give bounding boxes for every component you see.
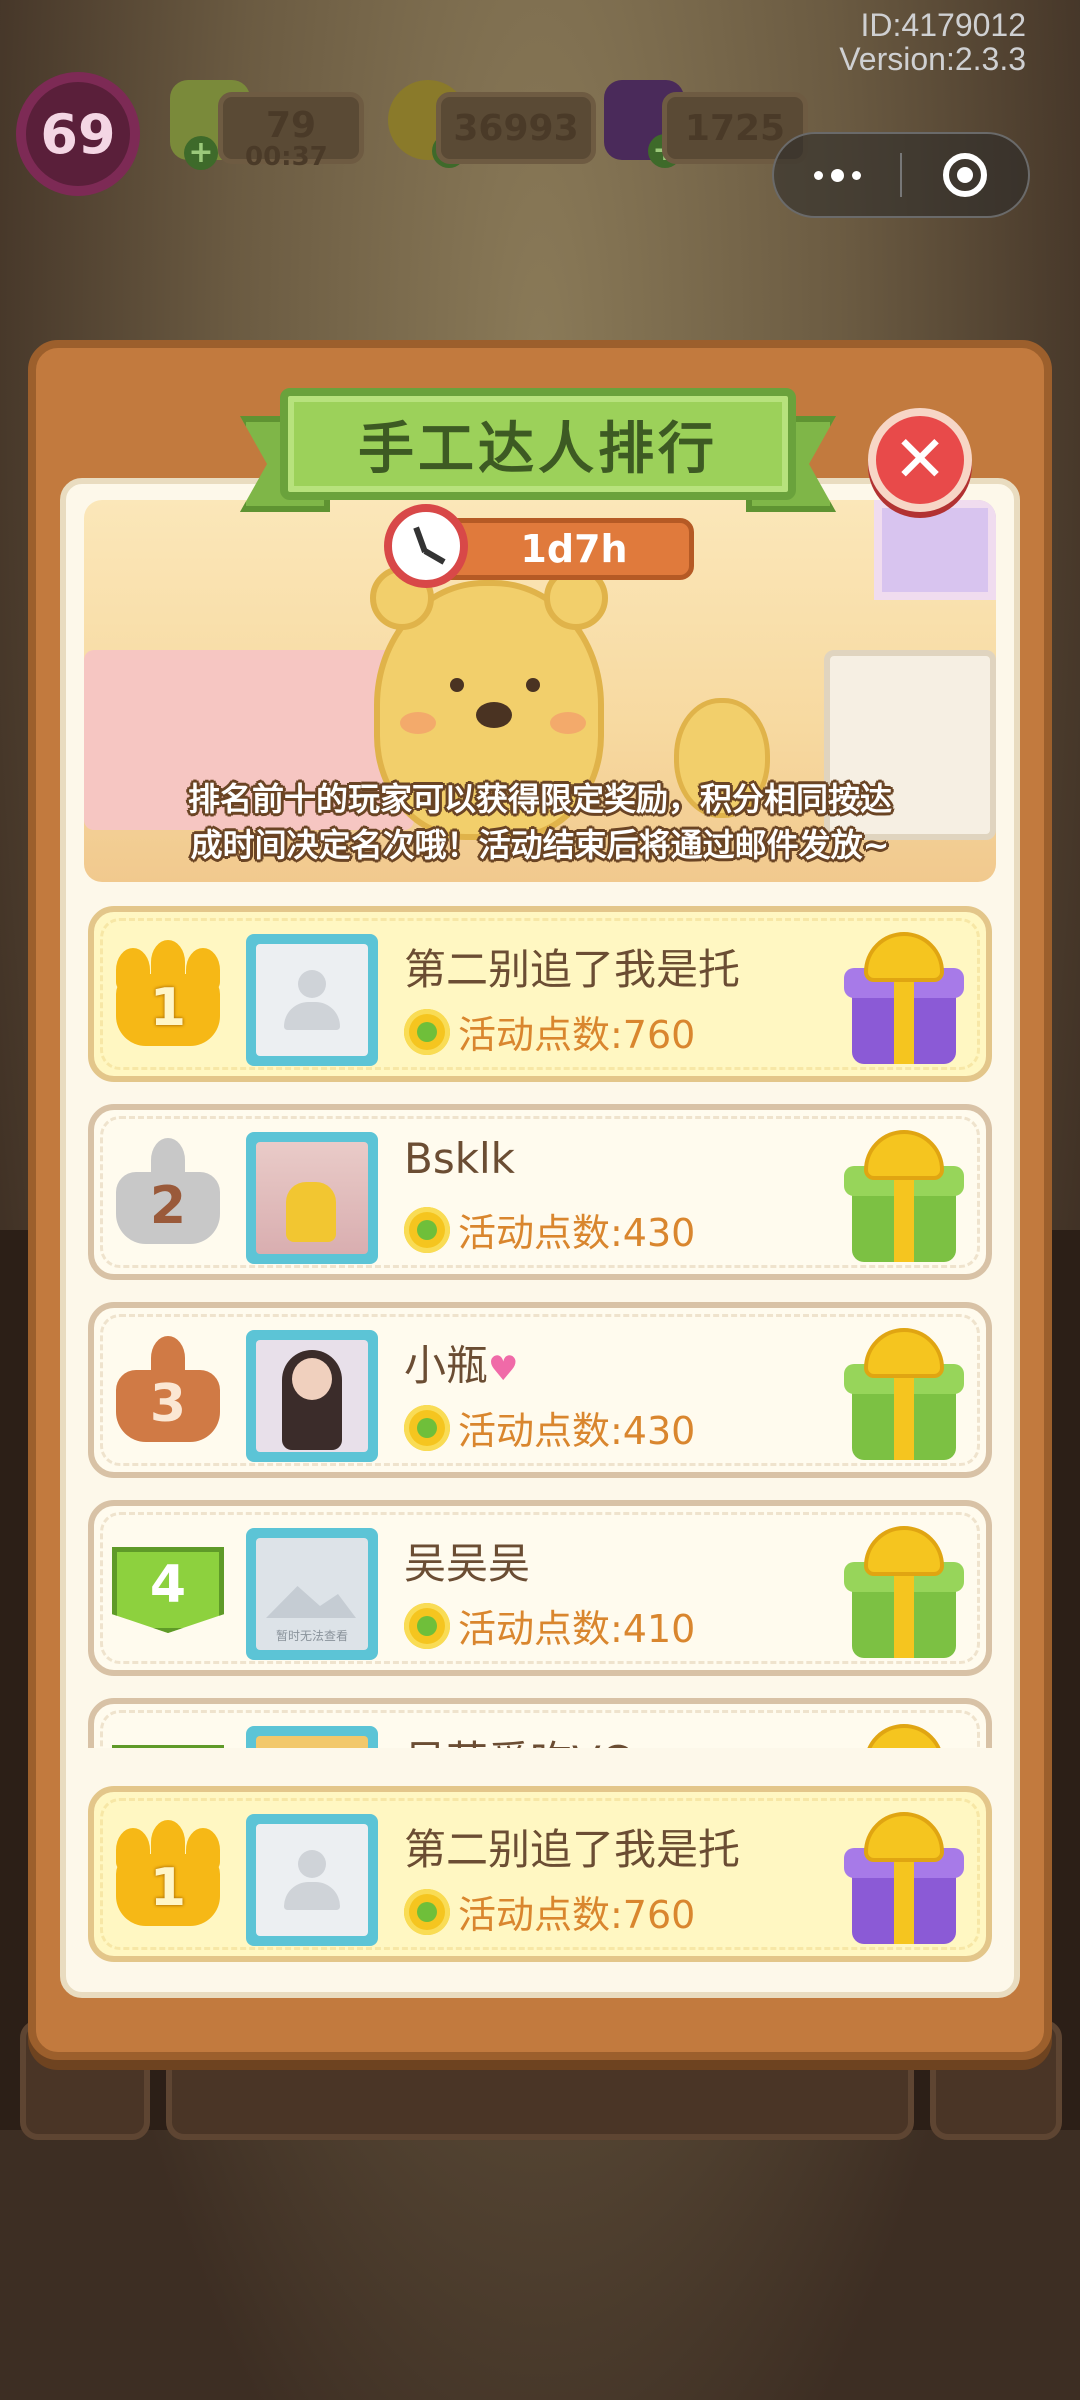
miniprogram-capsule xyxy=(772,132,1030,218)
avatar[interactable] xyxy=(246,1814,378,1946)
flower-icon xyxy=(404,1602,450,1649)
my-rank-row[interactable]: 1 第二别追了我是托 活动点数:760 xyxy=(88,1786,992,1962)
activity-points: 活动点数:760 xyxy=(404,1004,695,1059)
flower-icon xyxy=(404,1206,450,1253)
heart-icon: ♥ xyxy=(488,1349,519,1389)
ranking-row-4[interactable]: 4 暂时无法查看 吴吴吴 活动点数:410 xyxy=(88,1500,992,1676)
activity-points: 活动点数:410 xyxy=(404,1598,695,1653)
player-name: 第二别追了我是托 xyxy=(404,945,741,994)
close-button[interactable]: ✕ xyxy=(868,408,972,512)
avatar[interactable] xyxy=(246,1330,378,1462)
avatar[interactable] xyxy=(246,934,378,1066)
activity-points: 活动点数:760 xyxy=(404,1884,695,1939)
points-value: 活动点数:760 xyxy=(458,1893,696,1937)
gold-crown-icon: 1 xyxy=(112,938,224,1054)
avatar[interactable] xyxy=(246,1132,378,1264)
event-timer: 1d7h xyxy=(384,504,694,588)
event-description-line-1: 排名前十的玩家可以获得限定奖励，积分相同按达 xyxy=(187,780,892,818)
points-value: 活动点数:410 xyxy=(458,1607,696,1651)
points-value: 活动点数:760 xyxy=(458,1013,696,1057)
flower-icon xyxy=(404,1888,450,1935)
energy-value: 79 xyxy=(265,105,317,146)
green-gift-icon[interactable] xyxy=(844,1130,964,1264)
points-value: 活动点数:430 xyxy=(458,1409,696,1453)
ranking-row-1[interactable]: 1 第二别追了我是托 活动点数:760 xyxy=(88,906,992,1082)
clock-icon xyxy=(384,504,468,588)
purple-gift-icon[interactable] xyxy=(844,932,964,1066)
rank-flag-icon: 4 xyxy=(112,1532,224,1648)
rank-number: 4 xyxy=(112,1547,224,1633)
energy-timer: 00:37 xyxy=(245,142,328,172)
gem-value: 1725 xyxy=(684,107,786,149)
event-description-line-2: 成时间决定名次哦！活动结束后将通过邮件发放~ xyxy=(190,826,890,864)
points-value: 活动点数:430 xyxy=(458,1211,696,1255)
player-name: 小瓶♥ xyxy=(404,1332,519,1393)
flower-icon xyxy=(404,1404,450,1451)
title-ribbon: 手工达人排行 xyxy=(240,388,836,512)
activity-points: 活动点数:430 xyxy=(404,1400,695,1455)
ranking-row-2[interactable]: 2 Bsklk 活动点数:430 xyxy=(88,1104,992,1280)
default-avatar-icon xyxy=(256,1824,368,1936)
ranking-row-3[interactable]: 3 小瓶♥ 活动点数:430 xyxy=(88,1302,992,1478)
player-id-text: ID:4179012 xyxy=(860,7,1026,43)
player-level-badge: 69 xyxy=(16,72,140,196)
build-info: ID:4179012 Version:2.3.3 xyxy=(839,8,1026,76)
image-unavailable-icon: 暂时无法查看 xyxy=(256,1538,368,1650)
rank-number: 1 xyxy=(149,1858,187,1918)
silver-crown-icon: 2 xyxy=(112,1136,224,1252)
event-description: 排名前十的玩家可以获得限定奖励，积分相同按达 成时间决定名次哦！活动结束后将通过… xyxy=(84,776,996,868)
list-divider xyxy=(88,1748,992,1764)
close-icon: ✕ xyxy=(893,423,947,497)
rank-number: 1 xyxy=(149,978,187,1038)
rank-number: 2 xyxy=(149,1176,187,1236)
green-gift-icon[interactable] xyxy=(844,1328,964,1462)
player-name: Bsklk xyxy=(404,1134,516,1183)
green-gift-icon[interactable] xyxy=(844,1526,964,1660)
default-avatar-icon xyxy=(256,944,368,1056)
rank-number: 3 xyxy=(149,1374,187,1434)
purple-gift-icon[interactable] xyxy=(844,1812,964,1946)
ranking-list[interactable]: 1 第二别追了我是托 活动点数:760 2 Bsklk 活动点数:430 3 小… xyxy=(88,906,992,1758)
gold-crown-icon: 1 xyxy=(112,1818,224,1934)
coin-counter: 36993 xyxy=(436,92,596,164)
more-dots-icon xyxy=(813,168,861,182)
energy-plus-icon[interactable]: + xyxy=(184,136,218,170)
avatar-photo xyxy=(256,1142,368,1254)
avatar-photo xyxy=(256,1340,368,1452)
coin-value: 36993 xyxy=(453,107,579,149)
avatar[interactable]: 暂时无法查看 xyxy=(246,1528,378,1660)
close-miniprogram-button[interactable] xyxy=(902,134,1028,216)
player-name: 第二别追了我是托 xyxy=(404,1825,741,1874)
modal-title: 手工达人排行 xyxy=(280,388,796,500)
version-text: Version:2.3.3 xyxy=(839,41,1026,77)
target-icon xyxy=(943,153,987,197)
activity-points: 活动点数:430 xyxy=(404,1202,695,1257)
banner-picture-frame xyxy=(874,500,996,600)
player-name: 吴吴吴 xyxy=(404,1539,531,1588)
player-name-text: 小瓶 xyxy=(404,1341,489,1390)
more-options-button[interactable] xyxy=(774,134,900,216)
bronze-crown-icon: 3 xyxy=(112,1334,224,1450)
flower-icon xyxy=(404,1008,450,1055)
avatar-unavailable-caption: 暂时无法查看 xyxy=(275,1629,348,1643)
